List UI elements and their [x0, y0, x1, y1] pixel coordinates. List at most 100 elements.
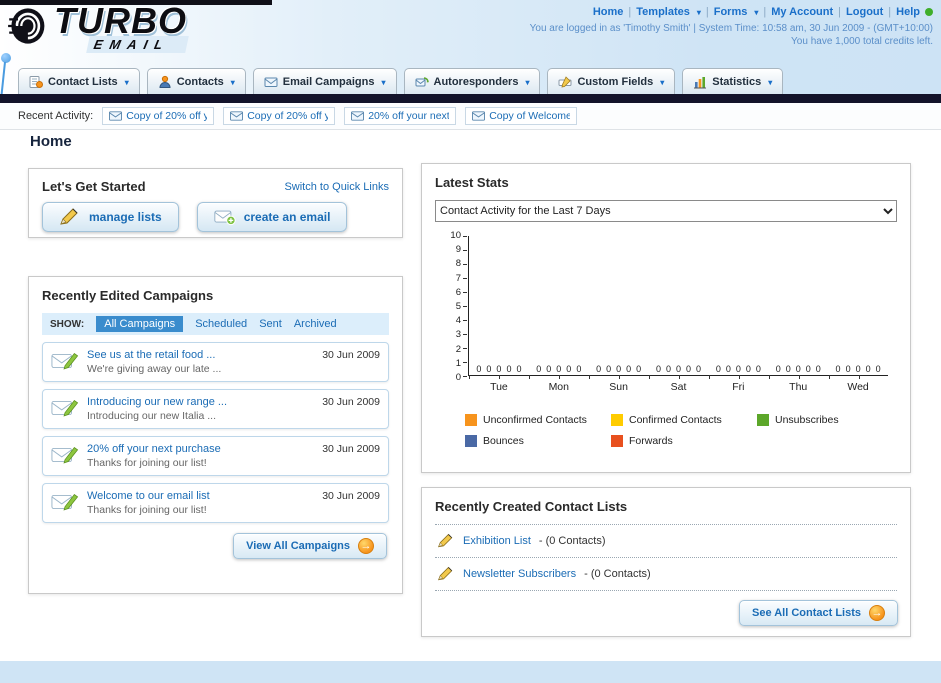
legend-swatch [465, 435, 477, 447]
envelope-icon [109, 111, 123, 121]
recent-activity-item[interactable]: Copy of Welcome to [465, 107, 578, 125]
bar-value-label: 0 [566, 364, 572, 374]
campaign-text: Introducing our new range ... Introducin… [87, 396, 314, 422]
campaign-date: 30 Jun 2009 [322, 443, 380, 455]
envelope-pencil-icon [51, 400, 79, 417]
bar-value-label: 0 [696, 364, 702, 374]
chart-plot-area: 00000000000000000000000000000000000 Tue M… [468, 236, 888, 393]
chevron-down-icon [752, 6, 758, 18]
filter-scheduled[interactable]: Scheduled [195, 318, 247, 330]
tab-contacts[interactable]: Contacts [146, 68, 246, 94]
recent-activity-item[interactable]: Copy of 20% off yo [102, 107, 215, 125]
tab-email-campaigns[interactable]: Email Campaigns [252, 68, 397, 94]
contact-list-name-link[interactable]: Exhibition List [463, 535, 531, 547]
logo-email-text: EMAIL [86, 36, 189, 54]
credits-info: You have 1,000 total credits left. [791, 36, 933, 47]
contact-list-name-link[interactable]: Newsletter Subscribers [463, 568, 576, 580]
chart-category-group: 00000 [768, 364, 828, 375]
see-all-contact-lists-label: See All Contact Lists [751, 607, 861, 619]
tab-label: Email Campaigns [282, 75, 375, 88]
y-axis-tick-label: 4 [455, 315, 461, 327]
filter-all-campaigns[interactable]: All Campaigns [96, 316, 184, 332]
campaign-title-link[interactable]: 20% off your next purchase [87, 443, 314, 455]
help-status-dot [925, 8, 933, 16]
arrow-right-icon [358, 538, 374, 554]
campaign-row[interactable]: 20% off your next purchase Thanks for jo… [42, 436, 389, 476]
create-email-button[interactable]: create an email [196, 202, 348, 232]
legend-label: Confirmed Contacts [629, 414, 722, 426]
chart-y-axis: 10 9 8 7 6 5 4 3 2 1 0 [443, 231, 461, 383]
contact-list-row[interactable]: Newsletter Subscribers - (0 Contacts) [435, 558, 897, 591]
bar-value-label: 0 [626, 364, 632, 374]
tab-label: Contacts [176, 75, 224, 88]
contact-list-row[interactable]: Exhibition List - (0 Contacts) [435, 524, 897, 558]
bar-value-label: 0 [735, 364, 741, 374]
contact-list-count: - (0 Contacts) [584, 568, 651, 580]
filter-sent[interactable]: Sent [259, 318, 282, 330]
x-axis-label: Sat [670, 381, 687, 393]
page-title: Home [30, 133, 72, 150]
filter-archived[interactable]: Archived [294, 318, 337, 330]
nav-link-home[interactable]: Home [593, 6, 624, 18]
campaign-subtitle: Thanks for joining our list! [87, 504, 207, 516]
tab-autoresponders[interactable]: Autoresponders [403, 68, 541, 94]
campaign-text: Welcome to our email list Thanks for joi… [87, 490, 314, 516]
campaign-title-link[interactable]: See us at the retail food ... [87, 349, 314, 361]
legend-swatch [611, 435, 623, 447]
chart-x-labels: Tue Mon Sun Sat Fri Thu Wed [469, 381, 888, 393]
y-axis-tick-label: 1 [455, 357, 461, 369]
bar-value-label: 0 [795, 364, 801, 374]
legend-item: Unsubscribes [757, 414, 903, 426]
bar-value-label: 0 [875, 364, 881, 374]
footer-strip [0, 661, 941, 683]
envelope-icon [230, 111, 244, 121]
recent-activity-item-label: 20% off your next [368, 110, 450, 122]
main-nav-tabs: Contact Lists Contacts Email Campaigns A… [18, 68, 784, 94]
recent-activity-item[interactable]: Copy of 20% off yo [223, 107, 336, 125]
campaign-row[interactable]: Introducing our new range ... Introducin… [42, 389, 389, 429]
nav-link-my-account[interactable]: My Account [771, 6, 833, 18]
nav-link-logout[interactable]: Logout [846, 6, 883, 18]
nav-link-forms[interactable]: Forms [714, 6, 748, 18]
nav-link-templates[interactable]: Templates [636, 6, 690, 18]
view-all-campaigns-button[interactable]: View All Campaigns [233, 533, 387, 559]
tab-statistics[interactable]: Statistics [682, 68, 784, 94]
bar-value-label: 0 [845, 364, 851, 374]
x-axis-label: Thu [789, 381, 808, 393]
y-axis-tick-label: 10 [450, 230, 461, 241]
get-started-panel: Let's Get Started Switch to Quick Links … [28, 168, 403, 238]
contact-lists-title: Recently Created Contact Lists [435, 499, 628, 514]
legend-swatch [757, 414, 769, 426]
recent-activity-item[interactable]: 20% off your next [344, 107, 457, 125]
see-all-contact-lists-button[interactable]: See All Contact Lists [738, 600, 898, 626]
custom-fields-icon [558, 75, 572, 88]
stats-range-select[interactable]: Contact Activity for the Last 7 Days [435, 200, 897, 222]
campaign-row[interactable]: Welcome to our email list Thanks for joi… [42, 483, 389, 523]
campaign-date: 30 Jun 2009 [322, 396, 380, 408]
chevron-down-icon [123, 76, 129, 88]
y-axis-tick-label: 6 [455, 286, 461, 298]
bar-value-label: 0 [665, 364, 671, 374]
bar-value-label: 0 [606, 364, 612, 374]
bar-value-label: 0 [536, 364, 542, 374]
turbo-email-logo[interactable]: TURBO EMAIL [6, 2, 189, 54]
chevron-down-icon [695, 6, 701, 18]
y-axis-tick-label: 2 [455, 343, 461, 355]
chart-y-ticks [463, 236, 467, 378]
manage-lists-button[interactable]: manage lists [42, 202, 179, 232]
campaign-title-link[interactable]: Welcome to our email list [87, 490, 314, 502]
x-axis-label: Sun [609, 381, 628, 393]
chart-category-group: 00000 [529, 364, 589, 375]
nav-link-help[interactable]: Help [896, 6, 920, 18]
campaign-row[interactable]: See us at the retail food ... We're givi… [42, 342, 389, 382]
campaign-title-link[interactable]: Introducing our new range ... [87, 396, 314, 408]
switch-quick-links-link[interactable]: Switch to Quick Links [284, 181, 389, 193]
bar-value-label: 0 [835, 364, 841, 374]
bar-value-label: 0 [556, 364, 562, 374]
tab-contact-lists[interactable]: Contact Lists [18, 68, 140, 94]
bar-value-label: 0 [715, 364, 721, 374]
x-axis-label: Fri [732, 381, 745, 393]
logo-text: TURBO EMAIL [54, 2, 189, 54]
bar-value-label: 0 [725, 364, 731, 374]
tab-custom-fields[interactable]: Custom Fields [547, 68, 676, 94]
